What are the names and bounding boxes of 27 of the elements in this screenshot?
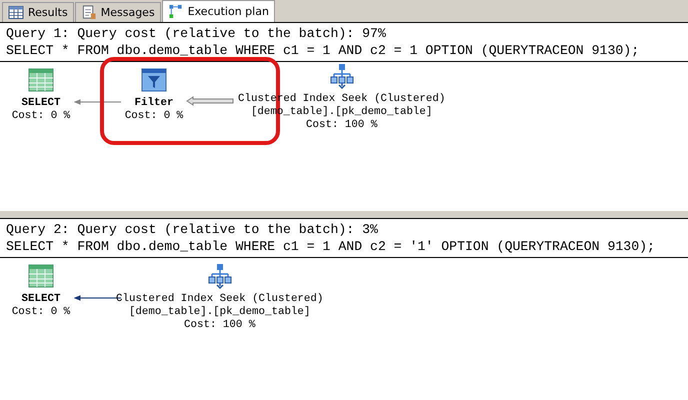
- tab[interactable]: Messages: [74, 2, 161, 22]
- node-label: Filter: [134, 97, 174, 110]
- node-label: SELECT: [22, 97, 60, 110]
- document-icon: [80, 5, 97, 20]
- plan-icon: [168, 4, 184, 19]
- node-label: Cost: 0 %: [12, 306, 70, 319]
- table-icon: [28, 67, 54, 93]
- arrow: [186, 96, 234, 106]
- node-label: [demo_table].[pk_demo_table]: [128, 306, 310, 319]
- query-text: SELECT * FROM dbo.demo_table WHERE c1 = 1 AND c2 = 1 OPTION (QUERYTRACEON 9130);: [6, 42, 640, 59]
- node-label: Cost: 100 %: [184, 319, 256, 332]
- query-text: SELECT * FROM dbo.demo_table WHERE c1 = 1 AND c2 = '1' OPTION (QUERYTRACEON 9130);: [6, 238, 656, 255]
- query-header: Query 1: Query cost (relative to the batch): 97%: [6, 25, 387, 42]
- index-seek-icon: [328, 63, 355, 89]
- node-label: Cost: 0 %: [12, 110, 70, 123]
- filter-icon: [141, 67, 167, 93]
- tab[interactable]: Execution plan: [162, 0, 275, 22]
- grid-icon: [8, 5, 24, 20]
- node-label: SELECT: [22, 293, 60, 306]
- index-seek-icon: [206, 263, 233, 289]
- table-icon: [28, 263, 54, 289]
- arrow: [74, 99, 122, 105]
- query-header: Query 2: Query cost (relative to the batch): 3%: [6, 221, 379, 238]
- node-label: Clustered Index Seek (Clustered): [116, 293, 324, 306]
- tab[interactable]: Results: [2, 2, 74, 22]
- node-label: Cost: 100 %: [306, 119, 378, 132]
- node-label: Cost: 0 %: [124, 110, 184, 123]
